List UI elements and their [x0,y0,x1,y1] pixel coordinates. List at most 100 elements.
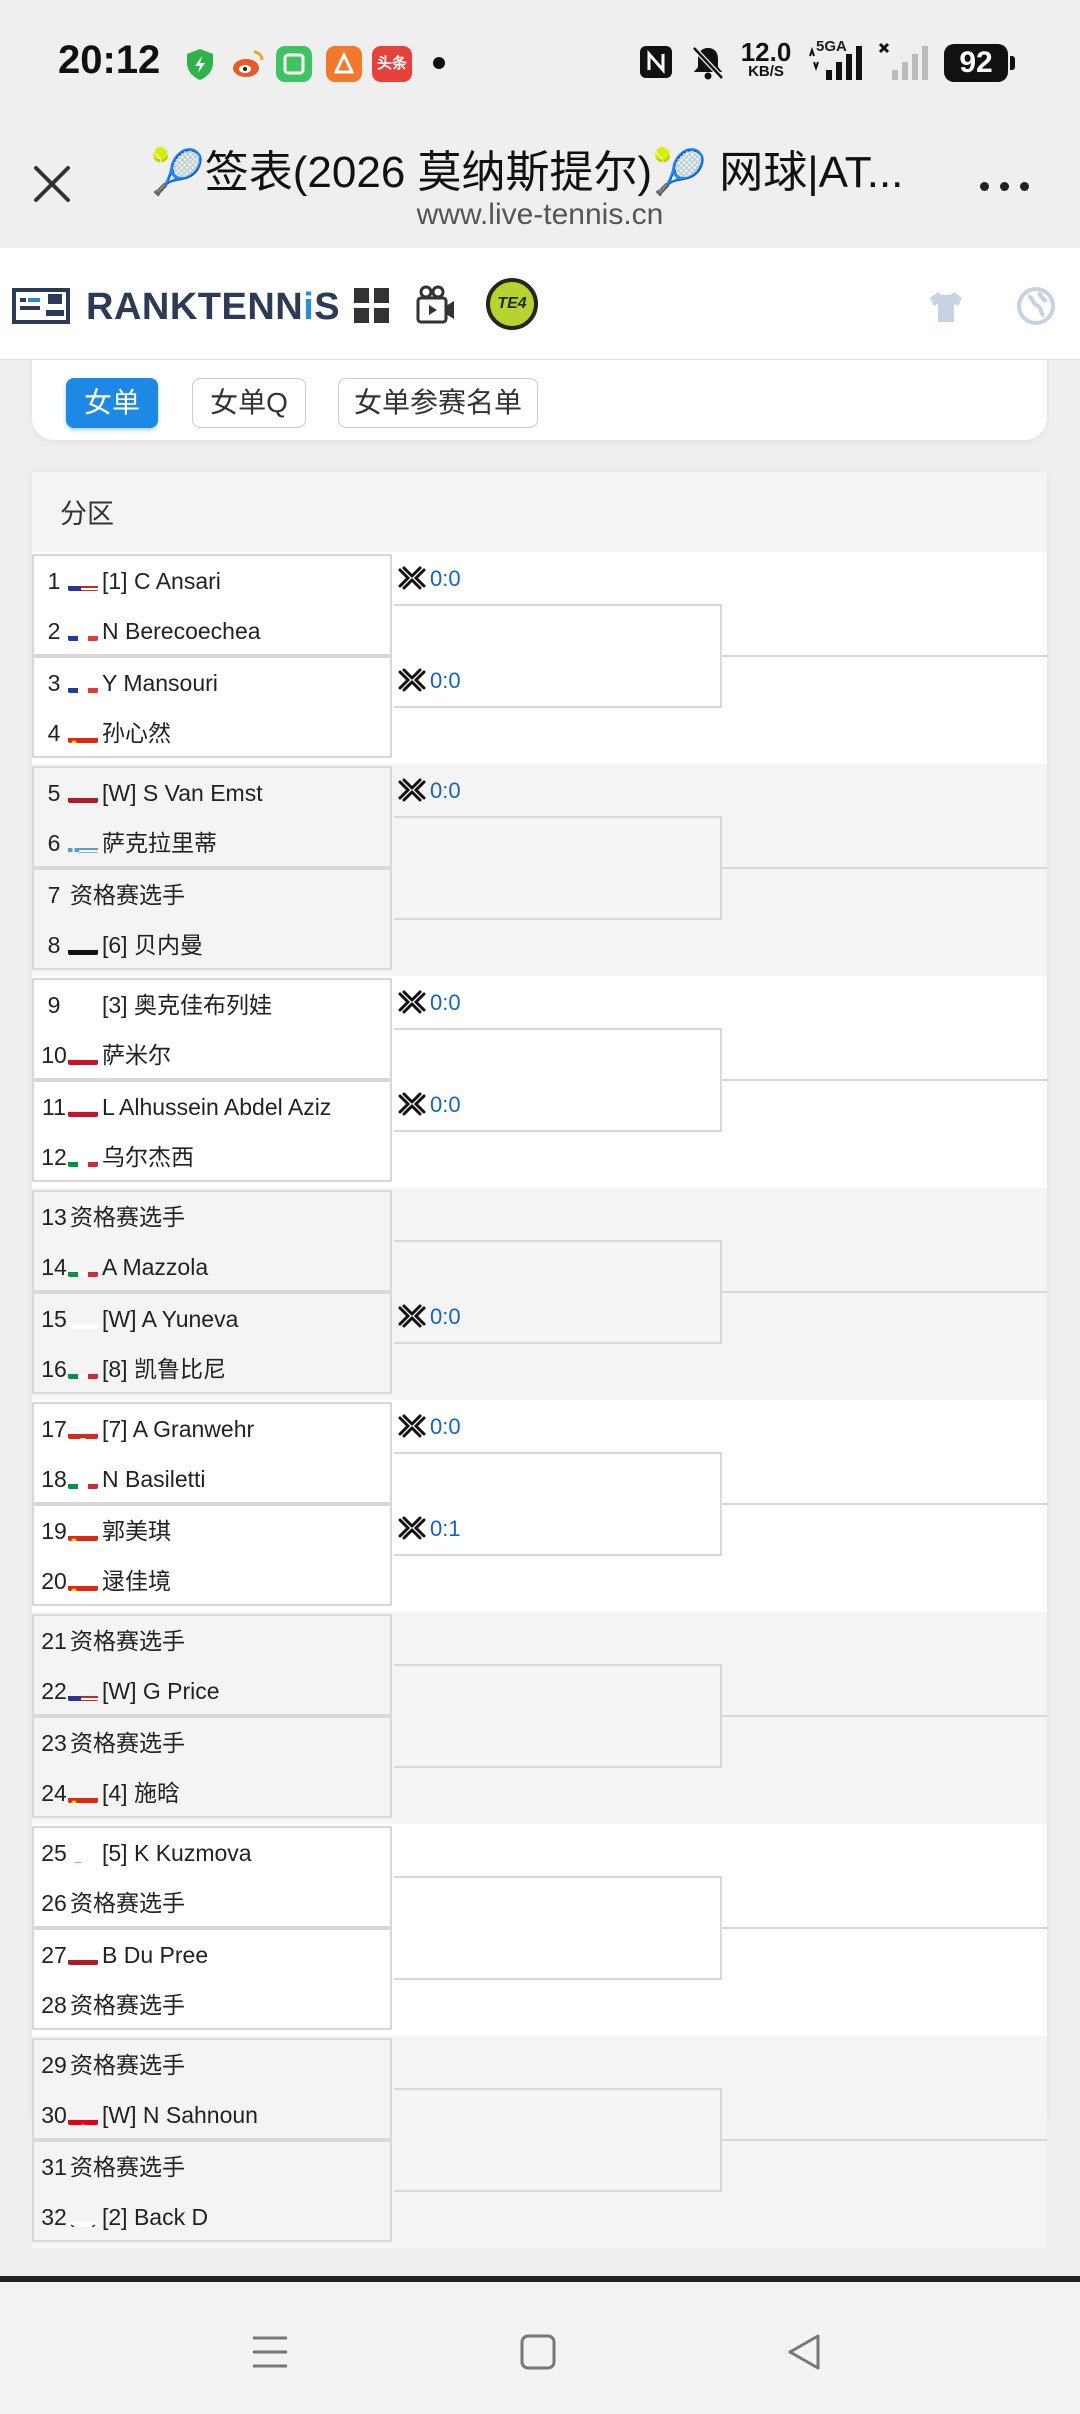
player-name: [W] A Yuneva [102,1306,239,1332]
player-row[interactable]: 21 资格赛选手 [34,1616,392,1666]
draw-position: 21 [41,1628,67,1654]
player-row[interactable]: 2 N Berecoechea [34,606,392,656]
draw-position: 9 [47,992,61,1018]
player-row[interactable]: 23 资格赛选手 [34,1718,392,1768]
player-row[interactable]: 26 资格赛选手 [34,1878,392,1928]
match-pair: 23 资格赛选手 24 [4] 施晗 [32,1716,392,1818]
match-pair: 15 [W] A Yuneva 16 [8] 凯鲁比尼 [32,1292,392,1394]
mute-bell-icon [688,40,728,84]
player-name: [3] 奥克佳布列娃 [102,992,272,1018]
player-row[interactable]: 4 孙心然 [34,708,392,758]
home-nav-icon[interactable] [518,2332,558,2377]
back-nav-icon[interactable] [784,2332,824,2377]
draw-bracket: 分区 1 [1] C Ansari 2 N Berecoechea 0:0 3 Y Mans… [32,472,1047,2248]
player-row[interactable]: 9 [3] 奥克佳布列娃 [34,980,392,1030]
te4-badge[interactable]: TE4 [486,278,538,330]
h2h-score[interactable]: 0:0 [398,988,461,1018]
player-row[interactable]: 1 [1] C Ansari [34,556,392,606]
player-name: 资格赛选手 [70,1628,185,1654]
player-row[interactable]: 18 N Basiletti [34,1454,392,1504]
player-row[interactable]: 22 [W] G Price [34,1666,392,1716]
globe-icon[interactable] [1014,284,1058,328]
player-row[interactable]: 10 萨米尔 [34,1030,392,1080]
h2h-score[interactable]: 0:0 [398,1412,461,1442]
draw-position: 23 [41,1730,67,1756]
player-row[interactable]: 3 Y Mansouri [34,658,392,708]
match-pair: 1 [1] C Ansari 2 N Berecoechea [32,554,392,656]
player-row[interactable]: 20 逯佳境 [34,1556,392,1606]
h2h-score[interactable]: 0:0 [398,776,461,806]
logo-text-main: RANKTENN [86,286,304,328]
site-logo-icon[interactable] [12,286,70,326]
player-row[interactable]: 30 [W] N Sahnoun [34,2090,392,2140]
player-row[interactable]: 6 萨克拉里蒂 [34,818,392,868]
player-row[interactable]: 27 B Du Pree [34,1930,392,1980]
player-row[interactable]: 31 资格赛选手 [34,2142,392,2192]
draw-position: 7 [47,882,61,908]
draw-block: 21 资格赛选手 22 [W] G Price 23 资格赛选手 24 [4] 施晗 [32,1612,1047,1824]
tab-womens-qualifying[interactable]: 女单Q [192,378,306,428]
round2-connector [394,1240,722,1344]
player-name: [7] A Granwehr [102,1416,255,1442]
flag-nl-icon [68,1946,98,1965]
draw-block: 5 [W] S Van Emst 6 萨克拉里蒂 0:0 7 资格赛选手 8 [6] 贝内曼 [32,764,1047,976]
player-row[interactable]: 29 资格赛选手 [34,2040,392,2090]
player-name: [8] 凯鲁比尼 [102,1356,226,1382]
video-camera-icon[interactable] [414,284,458,328]
player-row[interactable]: 25 [5] K Kuzmova [34,1828,392,1878]
flag-it-icon [68,1360,98,1379]
draw-position: 18 [41,1466,67,1492]
player-row[interactable]: 14 A Mazzola [34,1242,392,1292]
draw-header: 分区 [32,472,1047,552]
player-row[interactable]: 11 L Alhussein Abdel Aziz [34,1082,392,1132]
flag-cn-icon [68,1522,98,1541]
round3-line [720,1291,1047,1293]
player-row[interactable]: 8 [6] 贝内曼 [34,920,392,970]
match-pair: 27 B Du Pree 28 资格赛选手 [32,1928,392,2030]
player-row[interactable]: 24 [4] 施晗 [34,1768,392,1818]
player-name: 资格赛选手 [70,1204,185,1230]
player-name: 逯佳境 [102,1568,171,1594]
player-row[interactable]: 16 [8] 凯鲁比尼 [34,1344,392,1394]
round3-line [720,655,1047,657]
player-row[interactable]: 13 资格赛选手 [34,1192,392,1242]
more-options-icon[interactable] [978,170,1034,200]
round3-line [720,1079,1047,1081]
player-row[interactable]: 7 资格赛选手 [34,870,392,920]
shirt-icon[interactable] [924,284,968,328]
battery-indicator: 92 [944,44,1015,82]
player-row[interactable]: 12 乌尔杰西 [34,1132,392,1182]
tab-womens-entry-list[interactable]: 女单参赛名单 [338,378,538,428]
toutiao-icon: 头条 [372,46,412,82]
draw-position: 26 [41,1890,67,1916]
tab-womens-singles[interactable]: 女单 [66,378,158,428]
draw-position: 14 [41,1254,67,1280]
grid-icon[interactable] [350,284,394,328]
draw-position: 15 [41,1306,67,1332]
flag-us-icon [68,1682,98,1701]
h2h-score[interactable]: 0:0 [398,564,461,594]
match-pair: 5 [W] S Van Emst 6 萨克拉里蒂 [32,766,392,868]
flag-kr-icon [68,2208,98,2227]
player-name: 资格赛选手 [70,1890,185,1916]
site-logo-text[interactable]: RANKTENNiS [86,286,340,329]
draw-position: 31 [41,2154,67,2180]
draw-position: 32 [41,2204,67,2230]
player-row[interactable]: 5 [W] S Van Emst [34,768,392,818]
player-row[interactable]: 17 [7] A Granwehr [34,1404,392,1454]
weibo-icon [230,46,266,82]
close-icon[interactable] [28,160,76,208]
player-name: [W] G Price [102,1678,220,1704]
player-row[interactable]: 15 [W] A Yuneva [34,1294,392,1344]
system-nav-bar [0,2276,1080,2414]
draw-position: 22 [41,1678,67,1704]
content-area: 女单 女单Q 女单参赛名单 分区 1 [1] C Ansari 2 N Berecoe… [0,360,1080,2280]
player-row[interactable]: 28 资格赛选手 [34,1980,392,2030]
logo-text-end: S [314,286,341,328]
menu-nav-icon[interactable] [250,2332,290,2377]
player-row[interactable]: 19 郭美琪 [34,1506,392,1556]
player-row[interactable]: 32 [2] Back D [34,2192,392,2242]
draw-position: 13 [41,1204,67,1230]
draw-position: 24 [41,1780,67,1806]
flag-cn-icon [68,724,98,743]
